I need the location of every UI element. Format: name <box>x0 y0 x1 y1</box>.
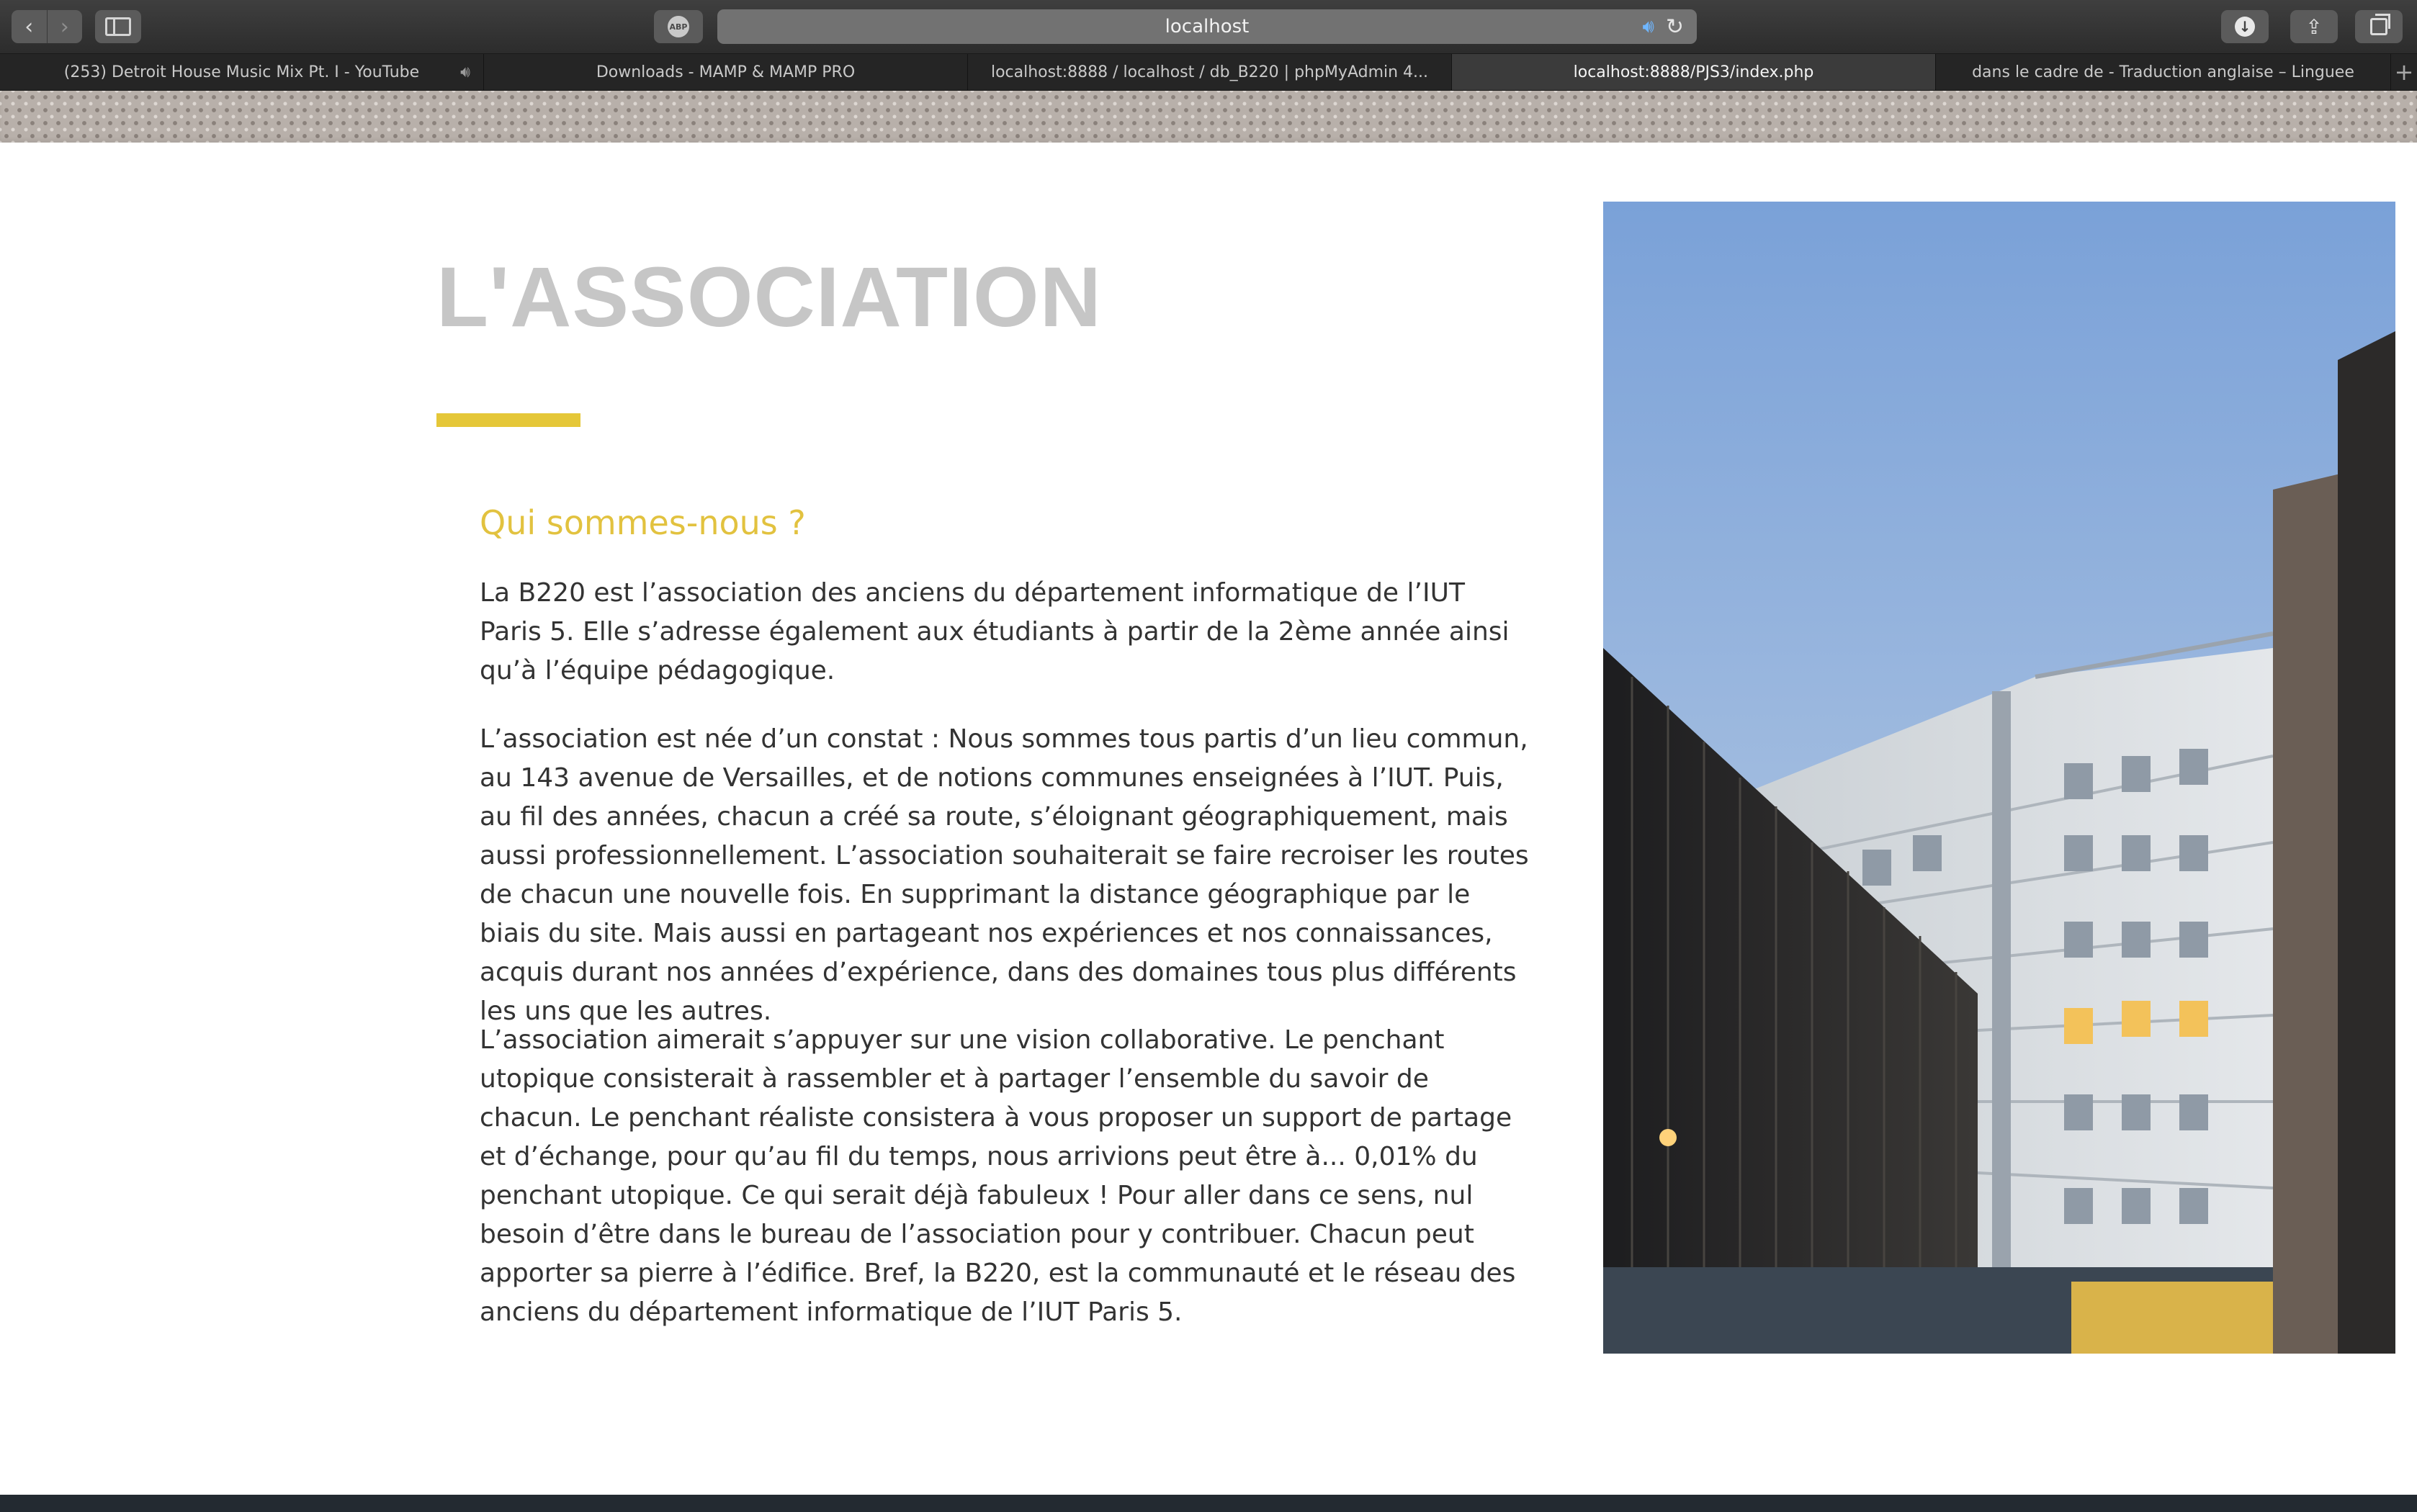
tab-overview-icon <box>2370 14 2390 35</box>
speaker-icon[interactable]: 🔊︎ <box>1642 16 1654 38</box>
paragraph-origin: L’association est née d’un constat : Nou… <box>480 724 1529 1026</box>
footer-strip <box>0 1495 2417 1512</box>
adblock-extension-button[interactable]: ABP <box>654 10 703 43</box>
header-pattern-strip <box>0 91 2417 143</box>
address-bar[interactable]: localhost 🔊︎ ↻ <box>717 9 1697 44</box>
address-text: localhost <box>1165 16 1250 37</box>
paragraph-vision: L’association aimerait s’appuyer sur une… <box>480 1025 1516 1327</box>
plus-icon: + <box>2394 58 2414 86</box>
title-underline <box>436 413 580 427</box>
tab-overview-button[interactable] <box>2355 10 2403 43</box>
download-icon: ↓ <box>2235 17 2255 37</box>
chevron-right-icon: › <box>60 14 69 40</box>
tab-title: localhost:8888/PJS3/index.php <box>1573 63 1814 81</box>
tab-title: dans le cadre de - Traduction anglaise –… <box>1972 63 2354 81</box>
tab-mamp-downloads[interactable]: Downloads - MAMP & MAMP PRO <box>484 54 968 90</box>
tab-title: localhost:8888 / localhost / db_B220 | p… <box>990 63 1429 81</box>
navigation-buttons: ‹ › <box>12 10 82 43</box>
building-photo <box>1603 202 2395 1354</box>
speaker-icon[interactable]: 🔊︎ <box>460 63 470 81</box>
paragraph-intro: La B220 est l’association des anciens du… <box>480 578 1510 685</box>
tab-youtube[interactable]: (253) Detroit House Music Mix Pt. I - Yo… <box>0 54 484 90</box>
back-button[interactable]: ‹ <box>12 10 47 43</box>
share-button[interactable]: ⇪ <box>2290 10 2338 43</box>
sidebar-toggle-button[interactable] <box>95 10 141 43</box>
adblock-icon: ABP <box>668 16 689 37</box>
downloads-button[interactable]: ↓ <box>2221 10 2269 43</box>
section-subtitle: Qui sommes-nous ? <box>480 503 806 542</box>
chevron-left-icon: ‹ <box>24 14 34 40</box>
tab-bar: (253) Detroit House Music Mix Pt. I - Yo… <box>0 54 2417 91</box>
browser-toolbar: ‹ › ABP localhost 🔊︎ ↻ ↓ ⇪ <box>0 0 2417 54</box>
tab-title: (253) Detroit House Music Mix Pt. I - Yo… <box>63 63 420 81</box>
tab-index-php[interactable]: localhost:8888/PJS3/index.php <box>1452 54 1936 90</box>
forward-button[interactable]: › <box>46 10 83 43</box>
page-title: L'ASSOCIATION <box>436 250 1102 345</box>
sidebar-icon <box>105 17 131 36</box>
share-icon: ⇪ <box>2305 14 2323 39</box>
tab-phpmyadmin[interactable]: localhost:8888 / localhost / db_B220 | p… <box>968 54 1452 90</box>
reload-icon[interactable]: ↻ <box>1666 14 1684 40</box>
new-tab-button[interactable]: + <box>2391 54 2417 90</box>
tab-title: Downloads - MAMP & MAMP PRO <box>596 63 856 81</box>
tab-linguee[interactable]: dans le cadre de - Traduction anglaise –… <box>1936 54 2391 90</box>
